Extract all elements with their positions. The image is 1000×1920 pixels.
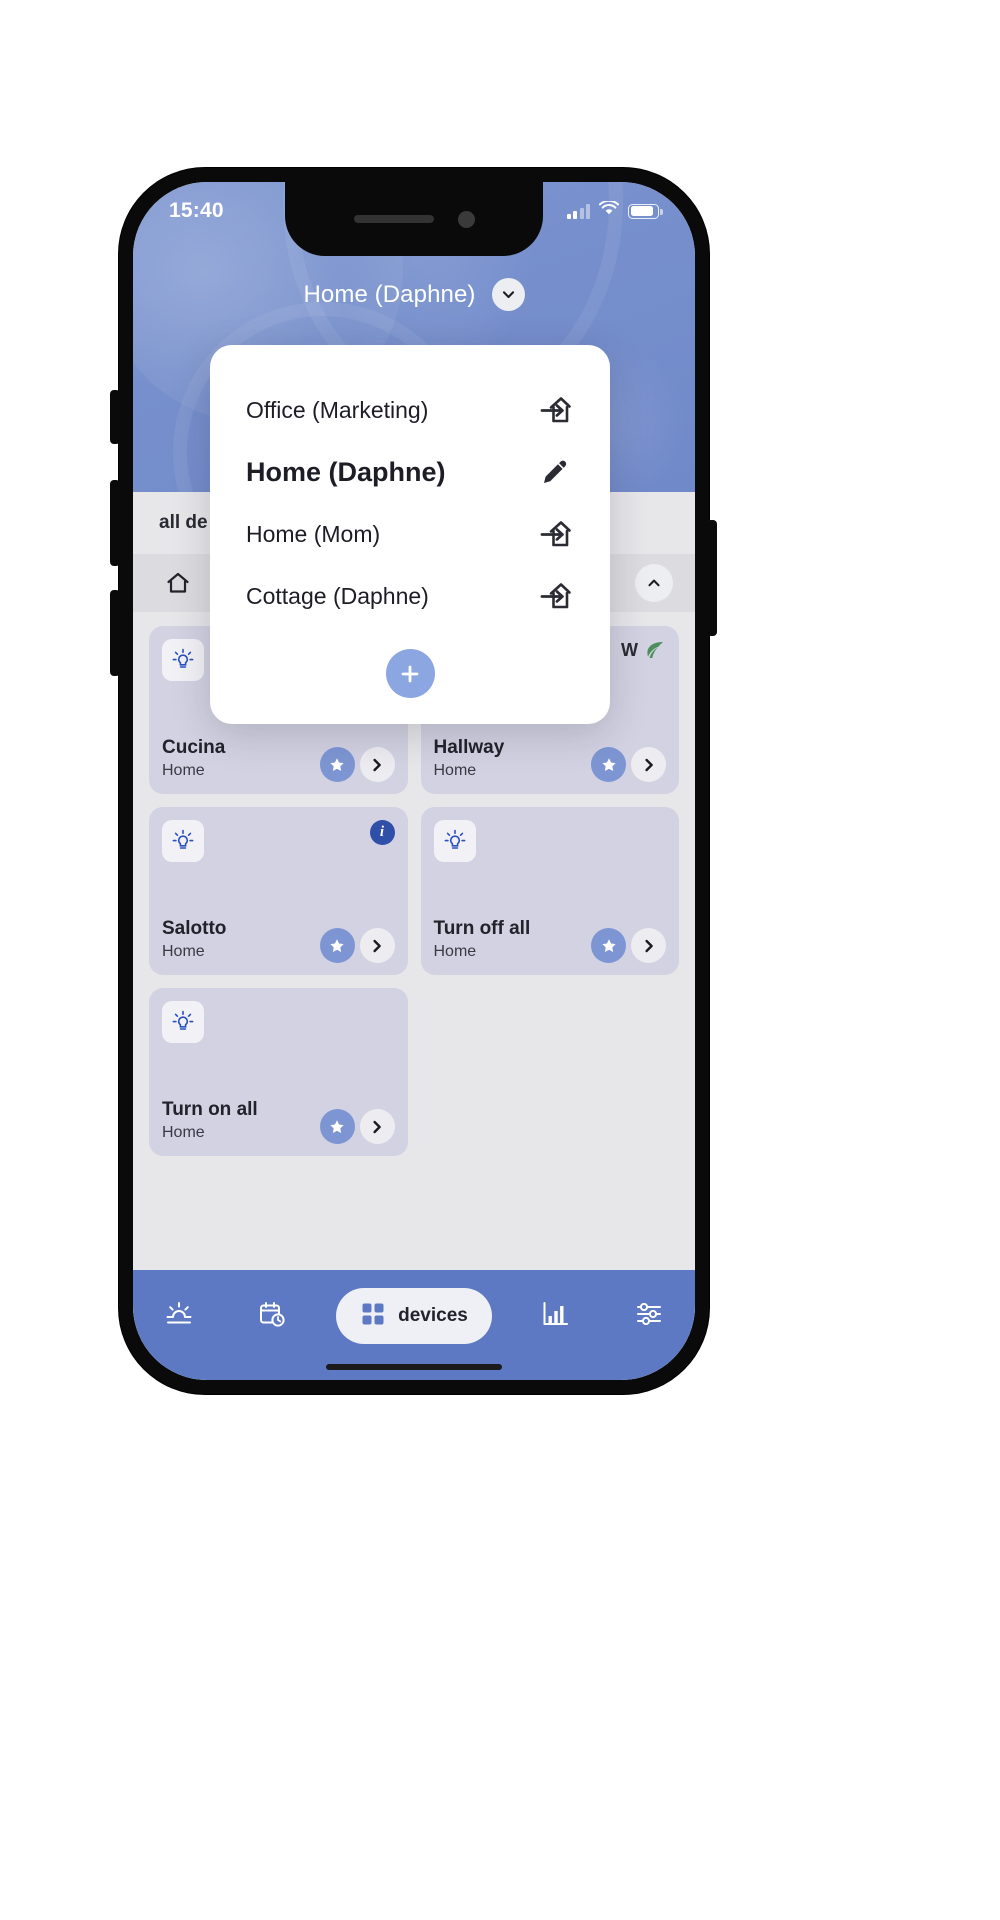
pencil-edit-icon[interactable] bbox=[536, 453, 574, 491]
card-subtitle: Home bbox=[433, 942, 477, 960]
weather-sun-icon bbox=[164, 1300, 194, 1333]
card-title: Salotto bbox=[162, 917, 227, 939]
card-subtitle: Home bbox=[162, 1123, 205, 1141]
cellular-signal-icon bbox=[566, 203, 590, 219]
modal-item-label: Home (Daphne) bbox=[246, 456, 446, 487]
star-icon[interactable] bbox=[591, 928, 626, 963]
nav-item-devices-label: devices bbox=[398, 1305, 468, 1326]
lightbulb-icon bbox=[162, 820, 204, 862]
phone-screen: 15:40 Home (Daphne) all de Cucina Home W… bbox=[133, 182, 695, 1380]
card-text: Turn on all Home bbox=[162, 1098, 258, 1144]
card-title: Turn off all bbox=[433, 917, 531, 939]
volume-down-button[interactable] bbox=[110, 590, 120, 676]
power-button[interactable] bbox=[707, 520, 717, 636]
status-time: 15:40 bbox=[169, 199, 224, 222]
card-text: Hallway Home bbox=[434, 736, 505, 782]
card-title: Hallway bbox=[433, 736, 505, 758]
card-actions bbox=[591, 747, 666, 782]
statistics-bars-icon bbox=[542, 1300, 570, 1332]
device-card[interactable]: Turn on all Home bbox=[149, 988, 408, 1156]
chevron-right-icon[interactable] bbox=[359, 747, 395, 782]
card-subtitle: Home bbox=[162, 942, 205, 960]
home-indicator[interactable] bbox=[326, 1364, 502, 1370]
chevron-right-icon[interactable] bbox=[631, 747, 666, 782]
home-selector[interactable]: Home (Daphne) bbox=[133, 278, 695, 311]
home-switch-icon[interactable] bbox=[536, 577, 574, 615]
device-card[interactable]: i Salotto Home bbox=[149, 807, 408, 975]
card-footer: Hallway Home bbox=[434, 736, 666, 782]
card-footer: Turn off all Home bbox=[434, 917, 666, 963]
info-icon[interactable]: i bbox=[369, 820, 395, 845]
card-subtitle: Home bbox=[162, 761, 205, 779]
star-icon[interactable] bbox=[319, 928, 355, 963]
earpiece-speaker bbox=[353, 215, 434, 223]
card-title: Turn on all bbox=[162, 1098, 258, 1120]
home-selector-modal: Office (Marketing) Home (Daphne) Home (M… bbox=[210, 345, 610, 724]
home-icon[interactable] bbox=[155, 565, 201, 601]
calendar-clock-icon bbox=[258, 1300, 286, 1333]
nav-item-statistics[interactable] bbox=[527, 1288, 585, 1344]
card-actions bbox=[319, 1109, 395, 1144]
modal-item-label: Home (Mom) bbox=[246, 520, 381, 547]
card-title: Cucina bbox=[162, 736, 226, 758]
sliders-settings-icon bbox=[635, 1301, 663, 1332]
star-icon[interactable] bbox=[319, 747, 355, 782]
card-subtitle: Home bbox=[433, 761, 477, 779]
front-camera bbox=[457, 210, 475, 228]
nav-item-settings[interactable] bbox=[620, 1288, 678, 1344]
card-text: Turn off all Home bbox=[434, 917, 531, 963]
home-switch-icon[interactable] bbox=[536, 515, 574, 553]
screenshot-stage: 15:40 Home (Daphne) all de Cucina Home W… bbox=[0, 0, 1000, 1920]
nav-item-weather[interactable] bbox=[150, 1288, 208, 1344]
page-title: Home (Daphne) bbox=[303, 280, 476, 308]
nav-item-schedule[interactable] bbox=[243, 1288, 301, 1344]
chevron-right-icon[interactable] bbox=[359, 1109, 395, 1144]
chevron-right-icon[interactable] bbox=[631, 928, 666, 963]
lightbulb-icon bbox=[162, 639, 204, 681]
leaf-icon bbox=[644, 639, 666, 661]
lightbulb-icon bbox=[162, 1001, 204, 1043]
nav-item-devices[interactable]: devices bbox=[335, 1288, 492, 1344]
plus-icon[interactable] bbox=[385, 649, 435, 698]
modal-item-cottage[interactable]: Cottage (Daphne) bbox=[210, 565, 610, 627]
chevron-right-icon[interactable] bbox=[359, 928, 395, 963]
card-footer: Cucina Home bbox=[162, 736, 395, 782]
modal-item-label: Cottage (Daphne) bbox=[246, 582, 429, 609]
card-footer: Turn on all Home bbox=[162, 1098, 395, 1144]
card-header: i bbox=[162, 820, 395, 862]
modal-item-label: Office (Marketing) bbox=[246, 396, 429, 423]
wifi-icon bbox=[599, 199, 619, 221]
card-actions bbox=[591, 928, 666, 963]
card-text: Cucina Home bbox=[162, 736, 225, 782]
status-icons bbox=[566, 199, 663, 221]
card-actions bbox=[319, 928, 395, 963]
power-badge: W bbox=[621, 639, 666, 661]
power-value: W bbox=[621, 639, 638, 660]
card-text: Salotto Home bbox=[162, 917, 226, 963]
card-header bbox=[162, 1001, 395, 1043]
phone-notch bbox=[285, 182, 543, 256]
chevron-down-icon[interactable] bbox=[491, 278, 525, 311]
battery-icon bbox=[628, 203, 663, 219]
card-header bbox=[433, 820, 667, 862]
lightbulb-icon bbox=[433, 820, 476, 862]
device-card[interactable]: Turn off all Home bbox=[420, 807, 679, 975]
card-actions bbox=[319, 747, 395, 782]
volume-up-button[interactable] bbox=[110, 480, 120, 566]
mute-switch[interactable] bbox=[110, 390, 120, 444]
modal-item-office[interactable]: Office (Marketing) bbox=[210, 379, 610, 441]
devices-grid-icon bbox=[360, 1301, 386, 1332]
modal-item-home-mom[interactable]: Home (Mom) bbox=[210, 503, 610, 565]
card-footer: Salotto Home bbox=[162, 917, 395, 963]
modal-item-home-daphne[interactable]: Home (Daphne) bbox=[210, 441, 610, 503]
star-icon[interactable] bbox=[319, 1109, 355, 1144]
modal-add-row bbox=[210, 649, 610, 698]
home-switch-icon[interactable] bbox=[536, 391, 574, 429]
star-icon[interactable] bbox=[591, 747, 626, 782]
chevron-up-icon[interactable] bbox=[635, 564, 673, 602]
